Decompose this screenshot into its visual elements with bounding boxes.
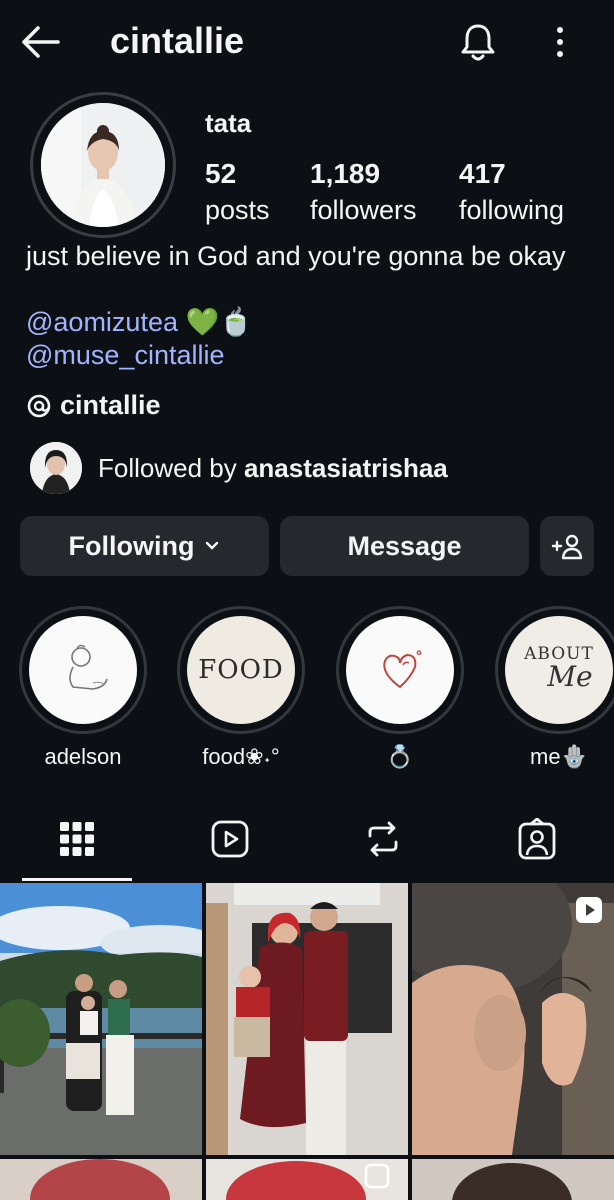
mutual-follower-avatar bbox=[30, 442, 82, 494]
followed-by-prefix: Followed by bbox=[98, 452, 237, 483]
highlight-ring[interactable]: 💍 bbox=[335, 606, 465, 770]
add-person-icon bbox=[551, 534, 583, 560]
bell-icon[interactable] bbox=[456, 20, 500, 64]
highlight-label: adelson bbox=[44, 744, 122, 769]
bio-mention-aomizutea[interactable]: @aomizutea 💚🍵 bbox=[26, 306, 253, 339]
bio-mention-muse-cintallie[interactable]: @muse_cintallie bbox=[26, 339, 225, 372]
threads-handle: cintallie bbox=[60, 390, 161, 420]
back-arrow-icon[interactable] bbox=[18, 22, 64, 62]
highlight-cover-food: FOOD bbox=[187, 616, 295, 724]
following-button-label: Following bbox=[68, 530, 195, 561]
reels-icon[interactable] bbox=[209, 818, 251, 860]
display-name: tata bbox=[205, 108, 252, 138]
following-label: following bbox=[459, 195, 565, 225]
chevron-down-icon bbox=[206, 541, 219, 550]
post-thumbnail[interactable] bbox=[0, 1159, 202, 1200]
post-thumbnail[interactable] bbox=[206, 1159, 408, 1200]
post-grid bbox=[0, 883, 614, 1200]
highlight-cover-about-me: ABOUT Me bbox=[505, 616, 613, 724]
post-thumbnail[interactable] bbox=[0, 883, 202, 1155]
following-stat[interactable]: 417 following bbox=[459, 156, 564, 228]
posts-stat[interactable]: 52 posts bbox=[205, 156, 270, 228]
followers-label: followers bbox=[310, 195, 417, 225]
highlight-label: me🪬 bbox=[530, 744, 588, 769]
post-thumbnail[interactable] bbox=[412, 1159, 614, 1200]
following-count: 417 bbox=[459, 158, 506, 189]
highlight-cover-baby-sketch bbox=[29, 616, 137, 724]
reel-indicator-icon bbox=[576, 897, 602, 923]
more-options-icon[interactable] bbox=[544, 22, 576, 62]
highlight-cover-heart bbox=[346, 616, 454, 724]
active-tab-indicator bbox=[22, 878, 132, 881]
threads-icon bbox=[27, 394, 51, 417]
followers-count: 1,189 bbox=[310, 158, 381, 189]
bio-text: just believe in God and you're gonna be … bbox=[26, 241, 566, 271]
posts-count: 52 bbox=[205, 158, 237, 189]
highlight-cover-text: FOOD bbox=[198, 655, 284, 685]
highlight-adelson[interactable]: adelson bbox=[18, 606, 148, 770]
highlight-cover-line-2: Me bbox=[547, 660, 593, 693]
threads-link[interactable]: cintallie bbox=[26, 390, 161, 421]
following-button[interactable]: Following bbox=[20, 516, 269, 576]
highlight-label: 💍 bbox=[386, 744, 414, 769]
heart-doodle-icon bbox=[383, 650, 422, 689]
message-button[interactable]: Message bbox=[280, 516, 529, 576]
message-button-label: Message bbox=[347, 530, 462, 561]
top-bar: cintallie bbox=[0, 0, 614, 86]
highlight-label: food❀˖° bbox=[202, 744, 280, 769]
profile-tabs bbox=[0, 804, 614, 882]
profile-avatar bbox=[41, 103, 165, 227]
repost-icon[interactable] bbox=[362, 818, 404, 860]
grid-icon[interactable] bbox=[56, 818, 98, 860]
tagged-icon[interactable] bbox=[516, 818, 558, 860]
followed-by-name: anastasiatrishaa bbox=[243, 452, 448, 483]
followers-stat[interactable]: 1,189 followers bbox=[310, 156, 417, 228]
profile-avatar-ring[interactable] bbox=[30, 92, 176, 238]
post-thumbnail[interactable] bbox=[206, 883, 408, 1155]
highlight-about-me[interactable]: ABOUT Me me🪬 bbox=[494, 606, 614, 770]
suggest-people-button[interactable] bbox=[540, 516, 594, 576]
profile-username: cintallie bbox=[110, 20, 245, 61]
post-thumbnail[interactable] bbox=[412, 883, 614, 1155]
posts-label: posts bbox=[205, 195, 270, 225]
highlight-food[interactable]: FOOD food❀˖° bbox=[176, 606, 306, 770]
followed-by-row[interactable]: Followed by anastasiatrishaa bbox=[30, 442, 448, 494]
